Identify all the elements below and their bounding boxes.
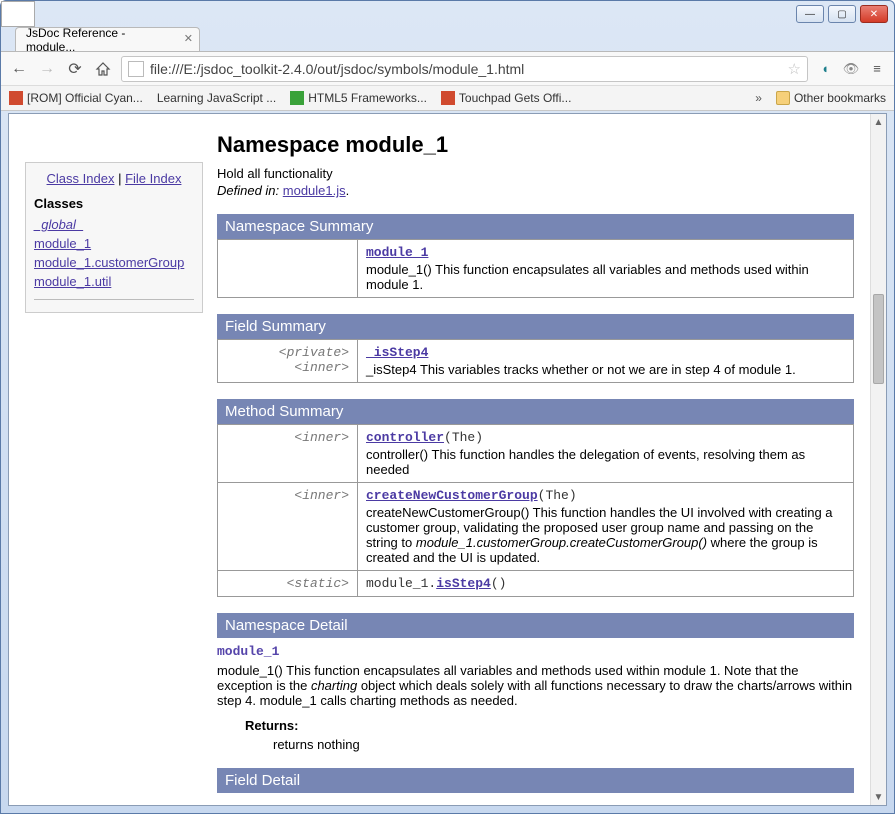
row-desc: module_1() This function encapsulates al… — [366, 262, 845, 292]
class-link[interactable]: module_1.util — [34, 274, 194, 289]
attributes-cell: <private> <inner> — [218, 340, 358, 383]
bookmark-item[interactable]: HTML5 Frameworks... — [290, 91, 427, 105]
attributes-cell — [218, 240, 358, 298]
browser-tabstrip: JsDoc Reference - module... ✕ — [1, 23, 894, 51]
bookmarks-overflow-icon[interactable]: » — [755, 91, 762, 105]
returns-heading: Returns: — [245, 718, 854, 733]
bookmark-item[interactable]: Learning JavaScript ... — [157, 91, 276, 105]
page-title: Namespace module_1 — [217, 132, 854, 158]
symbol-link[interactable]: module_1 — [366, 245, 428, 260]
detail-body: module_1() This function encapsulates al… — [217, 663, 854, 708]
namespace-summary-heading: Namespace Summary — [217, 214, 854, 239]
returns-value: returns nothing — [273, 737, 854, 752]
attributes-cell: <inner> — [218, 483, 358, 571]
table-row: <inner> createNewCustomerGroup(The) crea… — [218, 483, 854, 571]
row-desc: createNewCustomerGroup() This function h… — [366, 505, 845, 565]
bookmark-icon — [441, 91, 455, 105]
reload-button[interactable]: ⟳ — [65, 59, 85, 79]
menu-icon[interactable]: ≡ — [868, 60, 886, 78]
attributes-cell: <inner> — [218, 425, 358, 483]
symbol-link[interactable]: createNewCustomerGroup — [366, 488, 538, 503]
symbol-link[interactable]: controller — [366, 430, 444, 445]
classes-heading: Classes — [34, 196, 194, 211]
main-content: Namespace module_1 Hold all functionalit… — [217, 126, 854, 793]
detail-name: module_1 — [217, 644, 854, 659]
table-row: <inner> controller(The) controller() Thi… — [218, 425, 854, 483]
defined-in-link[interactable]: module1.js — [283, 183, 346, 198]
table-row: module_1 module_1() This function encaps… — [218, 240, 854, 298]
extension-eye-icon[interactable]: 👁 — [842, 60, 860, 78]
window-minimize-button[interactable]: — — [796, 5, 824, 23]
class-link[interactable]: module_1 — [34, 236, 194, 251]
url-text: file:///E:/jsdoc_toolkit-2.4.0/out/jsdoc… — [150, 61, 788, 77]
window-maximize-button[interactable]: ▢ — [828, 5, 856, 23]
home-button[interactable] — [93, 59, 113, 79]
file-index-link[interactable]: File Index — [125, 171, 181, 186]
window-close-button[interactable]: ✕ — [860, 5, 888, 23]
field-summary-table: <private> <inner> _isStep4 _isStep4 This… — [217, 339, 854, 383]
bookmark-item[interactable]: Touchpad Gets Offi... — [441, 91, 572, 105]
page-viewport: Class Index | File Index Classes _global… — [8, 113, 887, 806]
tab-close-icon[interactable]: ✕ — [184, 32, 193, 45]
tab-title: JsDoc Reference - module... — [26, 26, 177, 54]
field-summary-heading: Field Summary — [217, 314, 854, 339]
page-tagline: Hold all functionality — [217, 166, 854, 181]
scroll-up-icon[interactable]: ▲ — [871, 114, 886, 130]
attributes-cell: <static> — [218, 571, 358, 597]
class-link[interactable]: module_1.customerGroup — [34, 255, 194, 270]
page-icon — [128, 61, 144, 77]
method-summary-table: <inner> controller(The) controller() Thi… — [217, 424, 854, 597]
symbol-link[interactable]: isStep4 — [436, 576, 491, 591]
vertical-scrollbar[interactable]: ▲ ▼ — [870, 114, 886, 805]
namespace-detail-heading: Namespace Detail — [217, 613, 854, 638]
scroll-thumb[interactable] — [873, 294, 884, 384]
browser-toolbar: ← → ⟳ file:///E:/jsdoc_toolkit-2.4.0/out… — [1, 51, 894, 85]
bookmark-star-icon[interactable]: ☆ — [788, 60, 801, 78]
namespace-summary-table: module_1 module_1() This function encaps… — [217, 239, 854, 298]
window-titlebar: — ▢ ✕ — [1, 1, 894, 23]
class-list: _global_ module_1 module_1.customerGroup… — [34, 217, 194, 289]
table-row: <static> module_1.isStep4() — [218, 571, 854, 597]
folder-icon — [776, 91, 790, 105]
extension-icon[interactable]: ◖ — [816, 60, 834, 78]
bookmark-item[interactable]: [ROM] Official Cyan... — [9, 91, 143, 105]
browser-tab[interactable]: JsDoc Reference - module... ✕ — [15, 27, 200, 51]
back-button[interactable]: ← — [9, 59, 29, 79]
scroll-down-icon[interactable]: ▼ — [871, 789, 886, 805]
other-bookmarks[interactable]: Other bookmarks — [776, 91, 886, 105]
method-summary-heading: Method Summary — [217, 399, 854, 424]
sidebar: Class Index | File Index Classes _global… — [25, 162, 203, 313]
row-desc: _isStep4 This variables tracks whether o… — [366, 362, 845, 377]
class-index-link[interactable]: Class Index — [47, 171, 115, 186]
field-detail-heading: Field Detail — [217, 768, 854, 793]
address-bar[interactable]: file:///E:/jsdoc_toolkit-2.4.0/out/jsdoc… — [121, 56, 808, 82]
defined-in: Defined in: module1.js. — [217, 183, 854, 198]
bookmark-icon — [1, 1, 35, 27]
bookmarks-bar: [ROM] Official Cyan... Learning JavaScri… — [1, 85, 894, 111]
bookmark-icon — [290, 91, 304, 105]
class-link[interactable]: _global_ — [34, 217, 194, 232]
bookmark-icon — [9, 91, 23, 105]
table-row: <private> <inner> _isStep4 _isStep4 This… — [218, 340, 854, 383]
symbol-link[interactable]: _isStep4 — [366, 345, 428, 360]
forward-button[interactable]: → — [37, 59, 57, 79]
row-desc: controller() This function handles the d… — [366, 447, 845, 477]
